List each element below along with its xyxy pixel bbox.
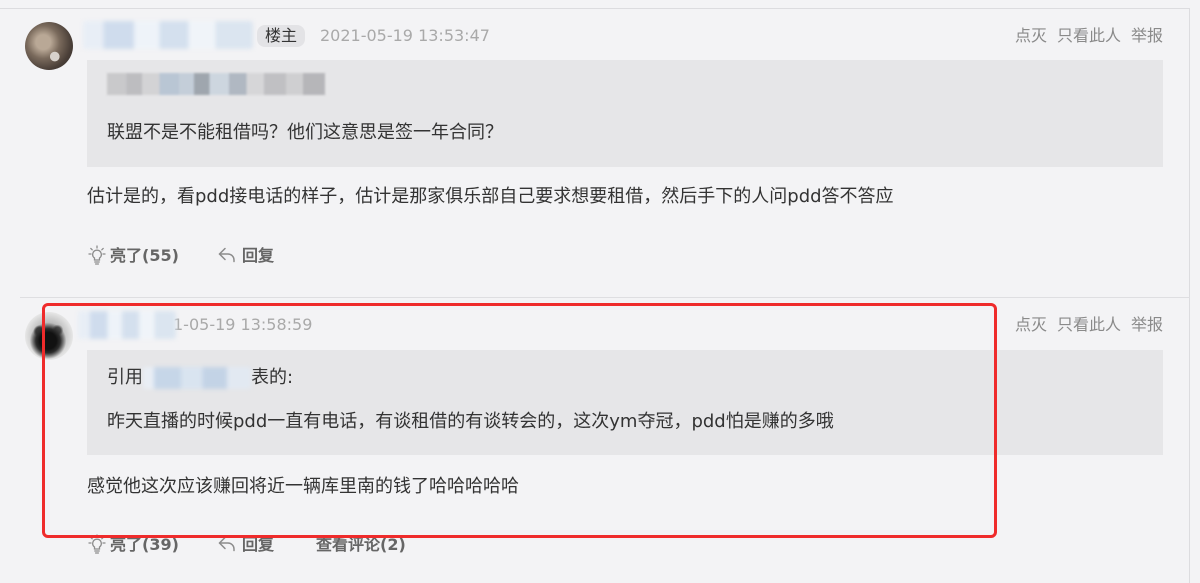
cite-prefix: 引用 (107, 367, 143, 388)
username-link[interactable] (78, 311, 176, 339)
reply-arrow-icon[interactable] (217, 246, 237, 268)
post-time: 2021-05-19 13:53:47 (320, 26, 490, 45)
dislike-link[interactable]: 点灭 (1015, 315, 1047, 335)
only-author-link[interactable]: 只看此人 (1057, 26, 1121, 46)
quote-box: 联盟不是不能租借吗？他们这意思是签一年合同？ (87, 60, 1163, 167)
report-link[interactable]: 举报 (1131, 26, 1163, 46)
quoted-username (143, 367, 251, 389)
quote-text: 联盟不是不能租借吗？他们这意思是签一年合同？ (107, 122, 503, 143)
quote-box: 引用 表的: 昨天直播的时候pdd一直有电话，有谈租借的有谈转会的，这次ym夺冠，… (87, 350, 1163, 455)
comment-body: 估计是的，看pdd接电话的样子，估计是那家俱乐部自己要求想要租借，然后手下的人问… (87, 186, 894, 207)
like-button[interactable]: 亮了(39) (110, 534, 179, 556)
author-badge: 楼主 (257, 25, 306, 47)
comment-body: 感觉他这次应该赚回将近一辆库里南的钱了哈哈哈哈哈 (87, 476, 519, 497)
reply-button[interactable]: 回复 (242, 534, 274, 556)
reply-button[interactable]: 回复 (242, 245, 274, 267)
cite-suffix: 表的: (251, 367, 294, 388)
post-time: 1-05-19 13:58:59 (173, 315, 313, 334)
avatar[interactable] (25, 312, 73, 360)
comment-divider (20, 297, 1190, 298)
dislike-link[interactable]: 点灭 (1015, 26, 1047, 46)
lightbulb-icon[interactable] (88, 534, 106, 558)
quote-text: 昨天直播的时候pdd一直有电话，有谈租借的有谈转会的，这次ym夺冠，pdd怕是赚… (107, 411, 834, 432)
view-comments-button[interactable]: 查看评论(2) (316, 534, 406, 556)
avatar[interactable] (25, 22, 73, 70)
like-button[interactable]: 亮了(55) (110, 245, 179, 267)
quoted-username (107, 73, 325, 95)
quote-citation: 引用 表的: (107, 367, 293, 389)
username-link[interactable] (83, 21, 253, 49)
only-author-link[interactable]: 只看此人 (1057, 315, 1121, 335)
reply-arrow-icon[interactable] (217, 535, 237, 557)
report-link[interactable]: 举报 (1131, 315, 1163, 335)
lightbulb-icon[interactable] (88, 245, 106, 269)
comment-links: 点灭 只看此人 举报 (1015, 26, 1163, 46)
comment-links: 点灭 只看此人 举报 (1015, 315, 1163, 335)
